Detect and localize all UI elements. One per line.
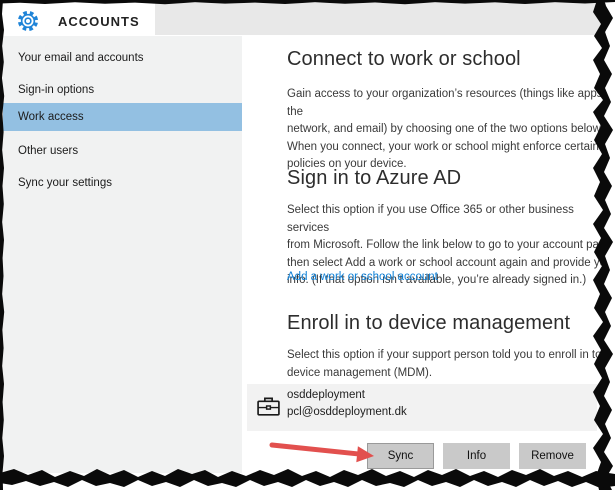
sidebar-item-other-users[interactable]: Other users bbox=[3, 137, 242, 164]
connect-description: Gain access to your organization’s resou… bbox=[287, 88, 606, 170]
sidebar-item-label: Sign-in options bbox=[18, 83, 95, 96]
gear-icon bbox=[17, 10, 39, 32]
section-heading-mdm: Enroll in to device management bbox=[287, 312, 571, 334]
sidebar-item-sign-in-options[interactable]: Sign-in options bbox=[3, 76, 242, 103]
sidebar-item-sync-settings[interactable]: Sync your settings bbox=[3, 169, 242, 196]
info-button-label: Info bbox=[466, 450, 487, 462]
section-heading-azure-ad: Sign in to Azure AD bbox=[287, 167, 462, 189]
mdm-description: Select this option if your support perso… bbox=[287, 349, 602, 379]
add-account-link[interactable]: Add a work or school account bbox=[287, 271, 438, 283]
remove-button-label: Remove bbox=[531, 450, 574, 462]
account-email: pcl@osddeployment.dk bbox=[287, 406, 407, 418]
briefcase-icon bbox=[257, 397, 280, 416]
account-name: osddeployment bbox=[287, 389, 365, 401]
sync-button[interactable]: Sync bbox=[367, 443, 434, 469]
sidebar-item-label: Your email and accounts bbox=[18, 51, 144, 64]
info-button[interactable]: Info bbox=[443, 443, 510, 469]
sidebar-item-work-access[interactable]: Work access bbox=[3, 103, 242, 131]
page-title: ACCOUNTS bbox=[58, 14, 140, 29]
sync-button-label: Sync bbox=[387, 450, 414, 462]
sidebar-item-email-accounts[interactable]: Your email and accounts bbox=[3, 44, 242, 71]
remove-button[interactable]: Remove bbox=[519, 443, 586, 469]
section-heading-connect: Connect to work or school bbox=[287, 48, 521, 70]
sidebar-item-label: Sync your settings bbox=[18, 176, 112, 189]
header-gray-band bbox=[155, 3, 607, 35]
sidebar-item-label: Work access bbox=[18, 111, 84, 123]
sidebar-item-label: Other users bbox=[18, 144, 79, 157]
